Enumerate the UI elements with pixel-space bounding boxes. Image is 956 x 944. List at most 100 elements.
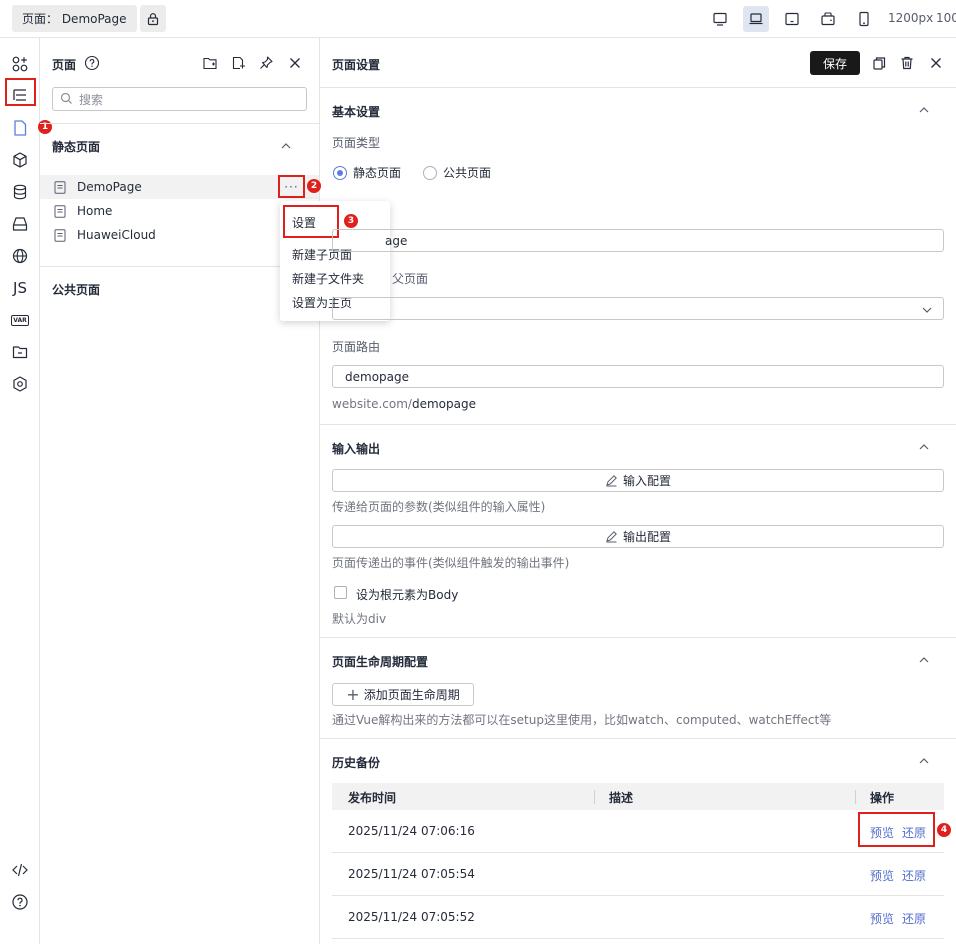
- divider: [320, 738, 956, 739]
- column-divider: [594, 790, 595, 804]
- body-root-help: 默认为div: [332, 612, 387, 626]
- storage-icon: [12, 217, 28, 231]
- js-icon: JS: [13, 279, 27, 297]
- desktop-view-button[interactable]: [707, 6, 733, 32]
- page-panel: 页面 搜索 静态页面 DemoPage Home HuaweiCloud ···…: [40, 38, 320, 944]
- page-doc-icon: [54, 205, 66, 218]
- basic-settings-title[interactable]: 基本设置: [332, 103, 380, 120]
- step-badge-2: 2: [307, 179, 321, 193]
- var-rail-button[interactable]: VAR: [8, 308, 32, 332]
- lifecycle-help-text: 通过Vue解构出来的方法都可以在setup这里使用，比如watch、comput…: [332, 713, 832, 727]
- current-page-chip[interactable]: 页面： DemoPage: [12, 5, 137, 32]
- help-rail-button[interactable]: [8, 890, 32, 914]
- public-pages-group-title[interactable]: 公共页面: [52, 281, 100, 298]
- settings-title: 页面设置: [332, 58, 381, 72]
- table-row: 2025/11/24 07:06:16 预览 还原: [332, 810, 944, 853]
- components-rail-button[interactable]: [8, 52, 32, 76]
- tablet-rotate-view-button[interactable]: [815, 6, 841, 32]
- laptop-icon: [749, 13, 763, 25]
- page-route-label: 页面路由: [332, 340, 381, 354]
- output-config-button[interactable]: 输出配置: [332, 525, 944, 548]
- history-section-title[interactable]: 历史备份: [332, 754, 380, 771]
- radio-public-page[interactable]: 公共页面: [423, 164, 491, 181]
- parent-page-select[interactable]: [332, 297, 944, 320]
- restore-link[interactable]: 还原: [902, 910, 926, 927]
- mobile-view-button[interactable]: [851, 6, 877, 32]
- input-config-button[interactable]: 输入配置: [332, 469, 944, 492]
- chevron-up-icon: [919, 107, 929, 113]
- step-badge-4: 4: [937, 823, 951, 837]
- code-rail-button[interactable]: [8, 858, 32, 882]
- close-settings-button[interactable]: [926, 53, 946, 73]
- page-icon: [14, 120, 27, 136]
- canvas-width-label[interactable]: 1200px: [888, 11, 933, 25]
- storage-rail-button[interactable]: [8, 212, 32, 236]
- page-item-huaweicloud[interactable]: HuaweiCloud: [40, 223, 319, 247]
- tablet-landscape-view-button[interactable]: [779, 6, 805, 32]
- page-name-input[interactable]: age: [332, 229, 944, 252]
- lock-icon: [147, 12, 159, 25]
- plus-icon: +: [346, 685, 360, 704]
- js-rail-button[interactable]: JS: [8, 276, 32, 300]
- plugin-rail-button[interactable]: [8, 372, 32, 396]
- restore-link[interactable]: 还原: [902, 867, 926, 884]
- page-route-input[interactable]: demopage: [332, 365, 944, 388]
- copy-icon: [873, 57, 886, 70]
- page-search-input[interactable]: 搜索: [52, 87, 307, 111]
- preview-link[interactable]: 预览: [870, 910, 894, 927]
- edit-icon: [606, 531, 617, 543]
- block-rail-button[interactable]: [8, 148, 32, 172]
- new-page-button[interactable]: [228, 53, 248, 73]
- desktop-icon: [713, 12, 727, 26]
- lifecycle-section-title[interactable]: 页面生命周期配置: [332, 653, 428, 670]
- io-section-title[interactable]: 输入输出: [332, 440, 380, 457]
- folder-rail-button[interactable]: [8, 340, 32, 364]
- radio-unchecked-icon: [423, 165, 437, 180]
- io-collapse-button[interactable]: [916, 439, 932, 455]
- chevron-down-icon: [922, 307, 932, 313]
- static-group-collapse-button[interactable]: [278, 138, 294, 154]
- basic-collapse-button[interactable]: [916, 102, 932, 118]
- add-lifecycle-button[interactable]: + 添加页面生命周期: [332, 683, 474, 706]
- input-config-label: 输入配置: [622, 474, 671, 488]
- save-button[interactable]: 保存: [810, 51, 860, 75]
- left-icon-rail: JS VAR: [0, 38, 40, 944]
- var-icon: VAR: [11, 314, 29, 326]
- components-icon: [12, 56, 28, 72]
- row-time: 2025/11/24 07:06:16: [348, 824, 475, 838]
- menu-item-settings[interactable]: 设置: [292, 214, 316, 231]
- lock-button[interactable]: [140, 5, 166, 32]
- lifecycle-collapse-button[interactable]: [916, 652, 932, 668]
- history-collapse-button[interactable]: [916, 753, 932, 769]
- close-icon: [931, 58, 941, 68]
- zoom-label[interactable]: 100: [936, 11, 956, 25]
- page-rail-button[interactable]: [8, 116, 32, 140]
- tablet-rotate-icon: [821, 12, 835, 26]
- laptop-view-button[interactable]: [743, 6, 769, 32]
- delete-page-button[interactable]: [897, 53, 917, 73]
- static-pages-group-title[interactable]: 静态页面: [52, 138, 100, 155]
- preview-link[interactable]: 预览: [870, 867, 894, 884]
- add-folder-icon: [203, 57, 217, 70]
- edit-icon: [606, 475, 617, 487]
- close-panel-button[interactable]: [285, 53, 305, 73]
- body-root-label[interactable]: 设为根元素为Body: [356, 586, 458, 603]
- page-more-button[interactable]: ···: [278, 175, 305, 198]
- chevron-up-icon: [919, 444, 929, 450]
- new-folder-button[interactable]: [200, 53, 220, 73]
- page-item-home[interactable]: Home: [40, 199, 319, 223]
- output-config-label: 输出配置: [622, 530, 671, 544]
- table-row: 2025/11/24 07:05:52 预览 还原: [332, 896, 944, 939]
- datasource-rail-button[interactable]: [8, 180, 32, 204]
- copy-page-button[interactable]: [869, 53, 889, 73]
- body-root-checkbox[interactable]: [334, 586, 347, 599]
- column-header-time: 发布时间: [348, 791, 397, 805]
- top-toolbar: 页面： DemoPage 1200px 100: [0, 0, 956, 38]
- pin-panel-button[interactable]: [256, 53, 276, 73]
- i18n-rail-button[interactable]: [8, 244, 32, 268]
- radio-static-page[interactable]: 静态页面: [333, 164, 401, 181]
- panel-help-button[interactable]: [82, 53, 102, 73]
- input-help-text: 传递给页面的参数(类似组件的输入属性): [332, 500, 546, 514]
- route-preview: website.com/demopage: [332, 397, 476, 411]
- page-doc-icon: [54, 181, 66, 194]
